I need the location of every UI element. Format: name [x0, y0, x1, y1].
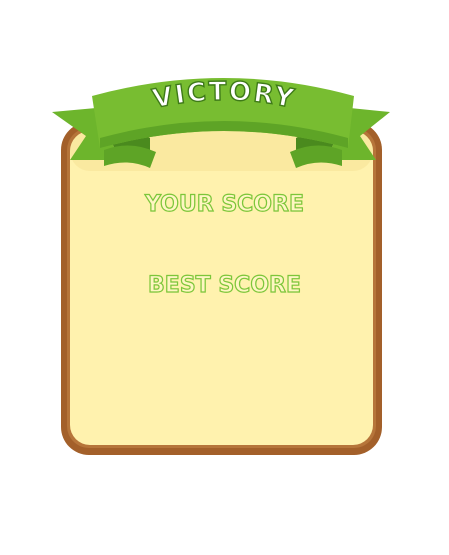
- best-score-label: BEST SCORE: [147, 272, 301, 298]
- victory-dialog: VICTORY YOUR SCORE BEST SCORE: [0, 0, 449, 555]
- your-score-label: YOUR SCORE: [144, 191, 304, 217]
